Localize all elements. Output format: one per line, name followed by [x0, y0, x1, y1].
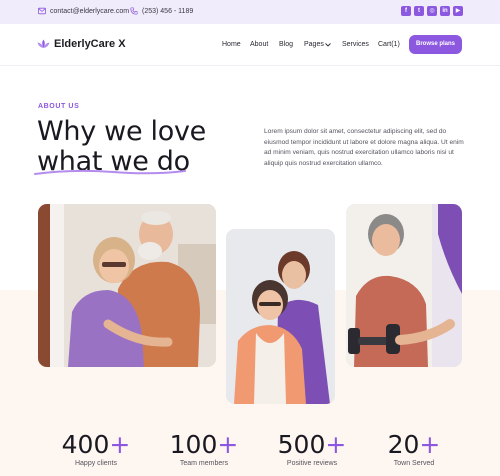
- stat-positive-reviews: 500+ Positive reviews: [274, 430, 350, 467]
- nav-item-blog[interactable]: Blog: [279, 41, 293, 48]
- stat-value: 100: [169, 430, 218, 459]
- stat-value: 20: [387, 430, 420, 459]
- email-contact[interactable]: contact@elderlycare.com: [38, 7, 129, 15]
- nav-item-home[interactable]: Home: [222, 41, 241, 48]
- stat-suffix: +: [217, 430, 239, 459]
- nav-item-cart[interactable]: Cart(1): [378, 41, 400, 48]
- brand-name: ElderlyCare X: [54, 38, 126, 50]
- youtube-icon[interactable]: ▶: [453, 6, 463, 16]
- lotus-icon: [37, 39, 50, 48]
- chevron-down-icon: [325, 43, 331, 47]
- stat-label: Happy clients: [74, 460, 118, 467]
- stat-happy-clients: 400+ Happy clients: [60, 430, 132, 467]
- nav-item-services[interactable]: Services: [342, 41, 369, 48]
- stat-suffix: +: [109, 430, 131, 459]
- brand-logo[interactable]: ElderlyCare X: [37, 38, 126, 50]
- stat-suffix: +: [419, 430, 441, 459]
- email-text: contact@elderlycare.com: [50, 7, 130, 15]
- nav-item-about[interactable]: About: [250, 41, 268, 48]
- stat-team-members: 100+ Team members: [168, 430, 240, 467]
- stat-label: Positive reviews: [286, 460, 338, 467]
- stat-value: 500: [277, 430, 326, 459]
- social-links: f t ◎ in ▶: [401, 6, 463, 16]
- twitter-icon[interactable]: t: [414, 6, 424, 16]
- nav-item-pages[interactable]: Pages: [304, 41, 324, 48]
- stat-label: Town Served: [393, 460, 435, 467]
- section-eyebrow: ABOUT US: [38, 103, 80, 110]
- phone-text: (253) 456 - 1189: [142, 7, 194, 15]
- intro-paragraph: Lorem ipsum dolor sit amet, consectetur …: [264, 128, 464, 167]
- linkedin-icon[interactable]: in: [440, 6, 450, 16]
- title-underline-swash: [34, 169, 186, 175]
- phone-contact[interactable]: (253) 456 - 1189: [130, 7, 193, 15]
- photo-couple-embracing: [38, 204, 216, 367]
- photo-caregiver-hug: [226, 229, 335, 404]
- photo-dumbbell-exercise: [346, 204, 462, 367]
- phone-icon: [130, 7, 138, 15]
- main-nav: ElderlyCare X Home About Blog Pages Serv…: [0, 24, 500, 66]
- stat-value: 400: [61, 430, 110, 459]
- mail-icon: [38, 7, 46, 15]
- title-line-1: Why we love: [37, 116, 206, 147]
- browse-plans-button[interactable]: Browse plans: [409, 35, 462, 54]
- stat-suffix: +: [325, 430, 347, 459]
- stat-label: Team members: [179, 460, 229, 467]
- instagram-icon[interactable]: ◎: [427, 6, 437, 16]
- top-bar: contact@elderlycare.com (253) 456 - 1189…: [0, 0, 500, 24]
- stat-town-served: 20+ Town Served: [380, 430, 448, 467]
- facebook-icon[interactable]: f: [401, 6, 411, 16]
